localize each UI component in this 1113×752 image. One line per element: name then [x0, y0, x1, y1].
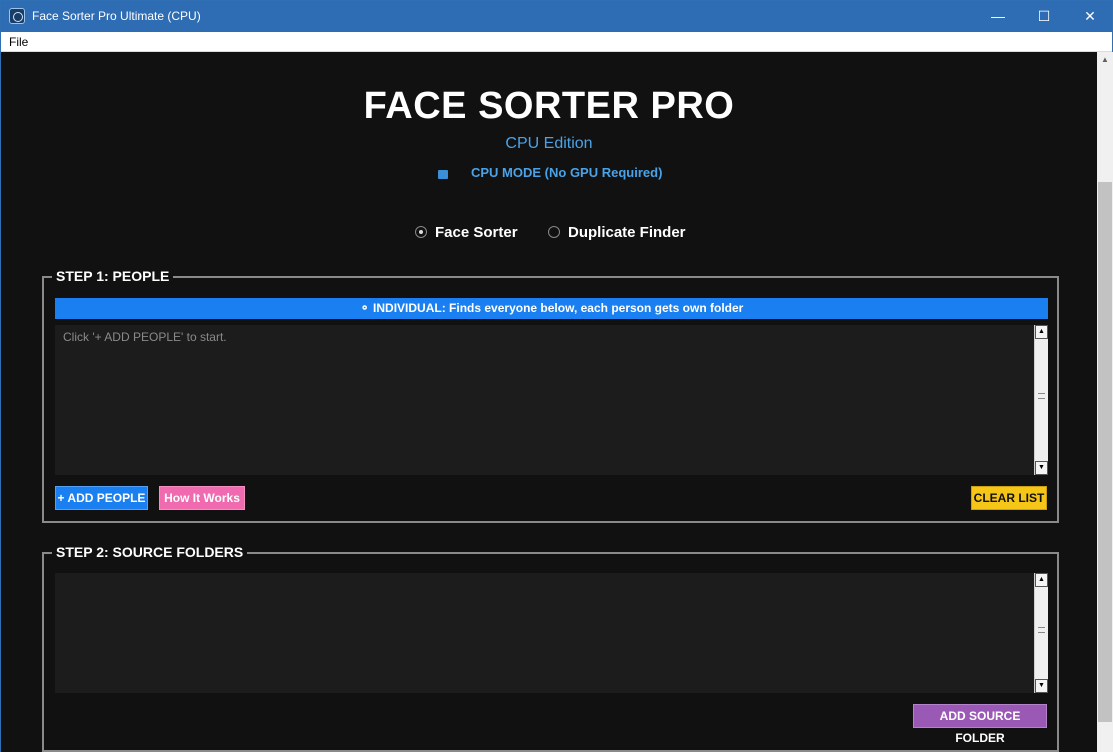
clear-list-button[interactable]: CLEAR LIST — [971, 486, 1047, 510]
radio-face-sorter[interactable]: Face Sorter — [415, 224, 518, 241]
radio-unselected-icon — [548, 226, 560, 238]
window-title: Face Sorter Pro Ultimate (CPU) — [32, 9, 201, 23]
scroll-grip-icon — [1038, 393, 1045, 399]
people-list[interactable]: Click '+ ADD PEOPLE' to start. — [55, 325, 1034, 475]
title-bar[interactable]: Face Sorter Pro Ultimate (CPU) — ☐ ✕ — [1, 1, 1112, 32]
add-people-button[interactable]: + ADD PEOPLE — [55, 486, 148, 510]
radio-selected-icon — [415, 226, 427, 238]
scroll-up-icon[interactable]: ▲ — [1035, 573, 1048, 587]
main-content: FACE SORTER PRO CPU Edition CPU MODE (No… — [1, 52, 1097, 752]
how-it-works-button[interactable]: How It Works — [159, 486, 245, 510]
app-window: Face Sorter Pro Ultimate (CPU) — ☐ ✕ Fil… — [0, 0, 1113, 752]
cpu-chip-icon — [438, 170, 448, 179]
mode-banner: ⚬ INDIVIDUAL: Finds everyone below, each… — [55, 298, 1048, 319]
scroll-up-icon[interactable]: ▲ — [1035, 325, 1048, 339]
close-button[interactable]: ✕ — [1067, 1, 1113, 32]
source-list-scrollbar[interactable]: ▲ ▼ — [1034, 573, 1048, 693]
scroll-down-icon[interactable]: ▼ — [1035, 461, 1048, 475]
scroll-down-icon[interactable]: ▼ — [1035, 679, 1048, 693]
people-list-scrollbar[interactable]: ▲ ▼ — [1034, 325, 1048, 475]
scroll-grip-icon — [1038, 627, 1045, 633]
minimize-button[interactable]: — — [975, 1, 1021, 32]
radio-label: Duplicate Finder — [568, 224, 686, 241]
maximize-button[interactable]: ☐ — [1021, 1, 1067, 32]
step2-group: STEP 2: SOURCE FOLDERS ▲ ▼ ADD SOURCE FO… — [42, 544, 1059, 752]
step1-group: STEP 1: PEOPLE ⚬ INDIVIDUAL: Finds every… — [42, 268, 1059, 523]
radio-label: Face Sorter — [435, 224, 518, 241]
edition-label: CPU Edition — [505, 135, 593, 152]
menu-bar: File — [1, 32, 1112, 52]
scroll-thumb[interactable] — [1098, 182, 1112, 722]
main-scrollbar[interactable]: ▲ — [1097, 52, 1113, 752]
radio-duplicate-finder[interactable]: Duplicate Finder — [548, 224, 686, 241]
add-source-folder-button[interactable]: ADD SOURCE FOLDER — [913, 704, 1047, 745]
step1-title: STEP 1: PEOPLE — [52, 268, 174, 284]
people-list-placeholder: Click '+ ADD PEOPLE' to start. — [63, 330, 227, 344]
cpu-mode-label: CPU MODE (No GPU Required) — [471, 165, 663, 180]
step2-title: STEP 2: SOURCE FOLDERS — [52, 544, 248, 560]
app-icon — [9, 8, 25, 24]
menu-file[interactable]: File — [9, 35, 28, 49]
source-folders-list[interactable] — [55, 573, 1034, 693]
app-heading: FACE SORTER PRO — [363, 85, 735, 127]
scroll-up-icon[interactable]: ▲ — [1097, 52, 1113, 68]
